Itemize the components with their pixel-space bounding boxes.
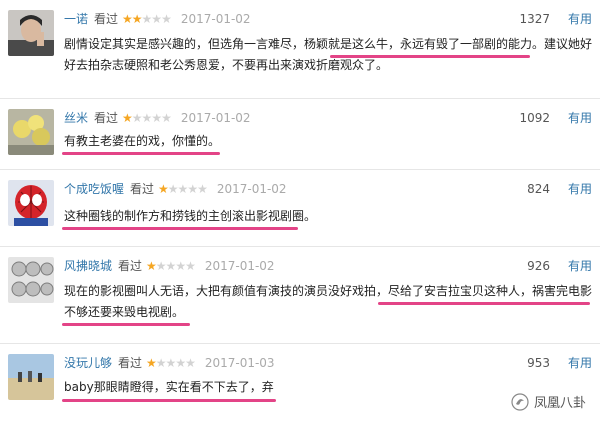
star-empty-icon: ★★★★: [155, 259, 196, 273]
review-date: 2017-01-02: [180, 111, 251, 125]
highlight-underline: [62, 323, 190, 326]
star-empty-icon: ★★★: [141, 12, 172, 26]
avatar[interactable]: [8, 180, 54, 226]
rating-stars: ★★★★★: [146, 257, 196, 275]
useful-count: 953: [527, 356, 550, 370]
avatar[interactable]: [8, 354, 54, 400]
username-link[interactable]: 个成吃饭喔: [64, 180, 124, 198]
rating-stars: ★★★★★: [122, 109, 172, 127]
review-date: 2017-01-02: [180, 12, 251, 26]
review-text-line: 现在的影视圈叫人无语，大把有颜值有演技的演员没好戏拍，尽给了安吉拉宝贝这种人，祸…: [64, 284, 593, 298]
avatar[interactable]: [8, 10, 54, 56]
username-link[interactable]: 没玩儿够: [64, 354, 112, 372]
review-text: baby那眼睛瞪得，实在看不下去了，弃: [64, 377, 494, 398]
review-meta: 丝米 看过 ★★★★★ 2017-01-02: [64, 109, 251, 127]
review-item-2: 丝米 看过 ★★★★★ 2017-01-02 1092 有用 有教主老婆在的戏，…: [0, 99, 600, 169]
watermark: 凤凰八卦: [511, 392, 586, 411]
highlight-underline: [330, 55, 530, 58]
watched-label: 看过: [94, 12, 119, 26]
username-link[interactable]: 一诺: [64, 10, 88, 28]
highlight-underline: [62, 152, 220, 155]
star-filled-icon: ★: [158, 182, 169, 196]
useful-count: 926: [527, 259, 550, 273]
useful-button[interactable]: 有用: [568, 180, 592, 198]
review-text-line: 这种圈钱的制作方和捞钱的主创滚出影视剧圈。: [64, 209, 317, 223]
useful-button[interactable]: 有用: [568, 257, 592, 275]
review-text-line: 不够还要来毁电视剧。: [64, 305, 185, 319]
star-filled-icon: ★★: [122, 12, 142, 26]
star-filled-icon: ★: [146, 259, 157, 273]
avatar[interactable]: [8, 257, 54, 303]
review-text: 有教主老婆在的戏，你懂的。: [64, 131, 594, 152]
useful-count: 824: [527, 182, 550, 196]
review-date: 2017-01-02: [204, 259, 275, 273]
username-link[interactable]: 风拂晓城: [64, 257, 112, 275]
review-meta: 一诺 看过 ★★★★★ 2017-01-02: [64, 10, 251, 28]
review-meta: 没玩儿够 看过 ★★★★★ 2017-01-03: [64, 354, 275, 372]
watched-label: 看过: [118, 259, 143, 273]
review-item-3: 个成吃饭喔 看过 ★★★★★ 2017-01-02 824 有用 这种圈钱的制作…: [0, 170, 600, 246]
watched-label: 看过: [130, 182, 155, 196]
highlight-underline: [378, 302, 590, 305]
useful-count: 1327: [519, 12, 550, 26]
review-item-5: 没玩儿够 看过 ★★★★★ 2017-01-03 953 有用 baby那眼睛瞪…: [0, 344, 600, 425]
highlight-underline: [62, 227, 298, 230]
highlight-underline: [62, 399, 276, 402]
review-text-line: baby那眼睛瞪得，实在看不下去了，弃: [64, 380, 274, 394]
useful-button[interactable]: 有用: [568, 354, 592, 372]
review-item-4: 风拂晓城 看过 ★★★★★ 2017-01-02 926 有用 现在的影视圈叫人…: [0, 247, 600, 343]
star-filled-icon: ★: [146, 356, 157, 370]
watermark-text: 凤凰八卦: [533, 396, 586, 411]
rating-stars: ★★★★★: [122, 10, 172, 28]
useful-button[interactable]: 有用: [568, 109, 592, 127]
star-empty-icon: ★★★★: [155, 356, 196, 370]
username-link[interactable]: 丝米: [64, 109, 88, 127]
watched-label: 看过: [94, 111, 119, 125]
review-text: 这种圈钱的制作方和捞钱的主创滚出影视剧圈。: [64, 206, 594, 227]
useful-count: 1092: [519, 111, 550, 125]
star-empty-icon: ★★★★: [131, 111, 172, 125]
watched-label: 看过: [118, 356, 143, 370]
review-item-1: 一诺 看过 ★★★★★ 2017-01-02 1327 有用 剧情设定其实是感兴…: [0, 0, 600, 98]
useful-button[interactable]: 有用: [568, 10, 592, 28]
review-text-line: 好去拍杂志硬照和老公秀恩爱，不要再出来演戏折磨观众了。: [64, 58, 389, 72]
review-text-line: 有教主老婆在的戏，你懂的。: [64, 134, 221, 148]
star-filled-icon: ★: [122, 111, 133, 125]
rating-stars: ★★★★★: [158, 180, 208, 198]
star-empty-icon: ★★★★: [167, 182, 208, 196]
review-meta: 风拂晓城 看过 ★★★★★ 2017-01-02: [64, 257, 275, 275]
review-meta: 个成吃饭喔 看过 ★★★★★ 2017-01-02: [64, 180, 287, 198]
review-text-line: 剧情设定其实是感兴趣的，但选角一言难尽，杨颖就是这么牛，永远有毁了一部剧的能力。…: [64, 37, 593, 51]
review-date: 2017-01-03: [204, 356, 275, 370]
avatar[interactable]: [8, 109, 54, 155]
review-date: 2017-01-02: [216, 182, 287, 196]
phoenix-logo-icon: [511, 392, 529, 411]
rating-stars: ★★★★★: [146, 354, 196, 372]
